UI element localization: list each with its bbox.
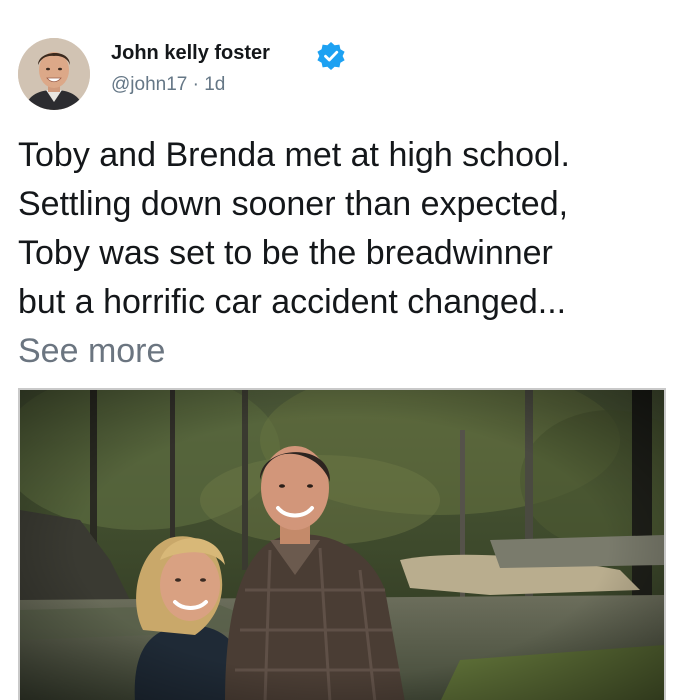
avatar-portrait-image [18,38,90,110]
author-handle[interactable]: @john17 [111,74,187,95]
post-photo[interactable] [18,388,666,700]
post-text-line: Toby was set to be the breadwinner [18,234,553,272]
post-text: Toby and Brenda met at high school. Sett… [18,131,683,327]
author-avatar[interactable] [18,38,90,110]
post-text-line: but a horrific car accident changed... [18,283,567,321]
post-text-line: Toby and Brenda met at high school. [18,136,570,174]
post-time[interactable]: 1d [204,74,225,95]
meta-separator: · [192,74,199,95]
verified-badge-icon [317,42,345,70]
handle-row: @john17 · 1d [111,73,225,97]
see-more-link[interactable]: See more [18,327,165,376]
post-text-line: Settling down sooner than expected, [18,185,569,223]
author-name[interactable]: John kelly foster [111,41,270,65]
post-card: John kelly foster @john17 · 1d Toby and … [0,0,700,700]
couple-forest-photo-image [20,390,664,700]
